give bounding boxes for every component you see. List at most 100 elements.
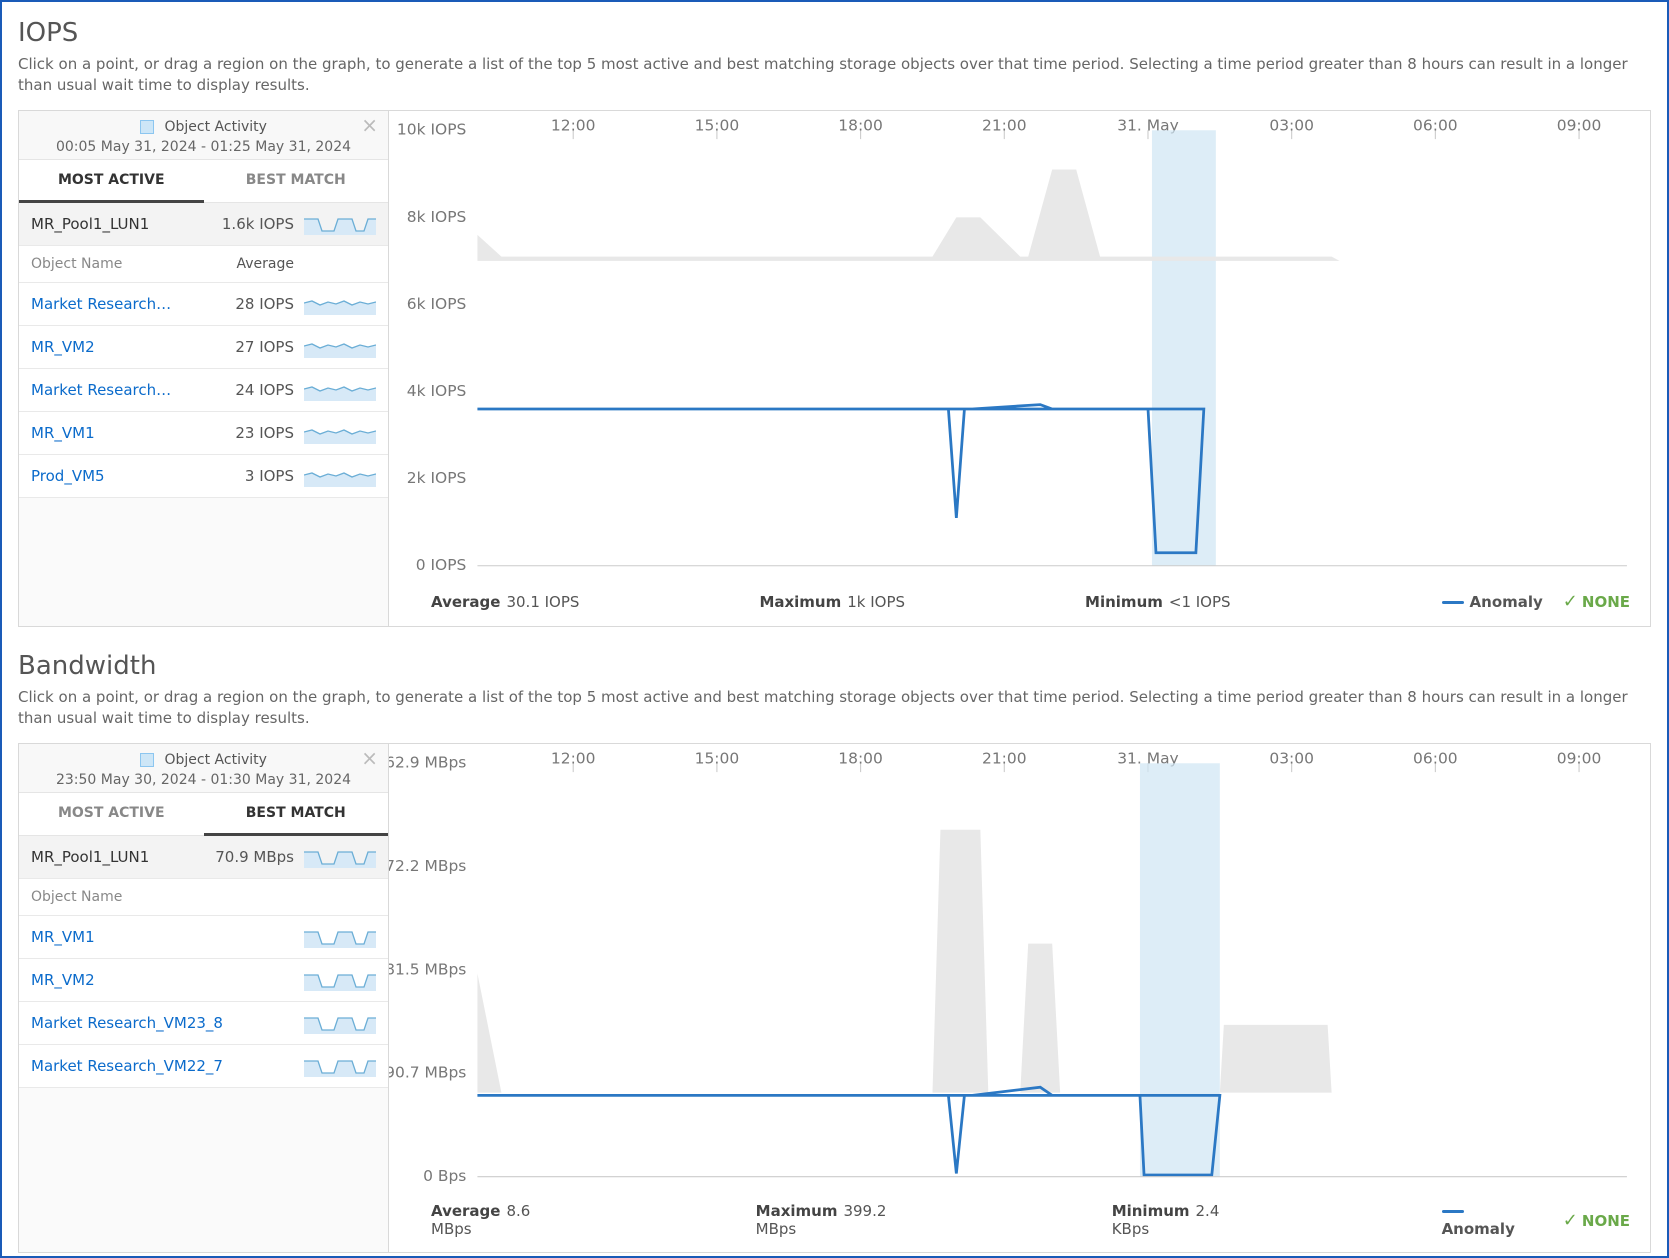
svg-text:762.9 MBps: 762.9 MBps: [389, 754, 466, 772]
context-name: MR_Pool1_LUN1: [31, 848, 194, 866]
col-average: Average: [194, 256, 294, 272]
close-icon[interactable]: ×: [361, 115, 378, 135]
list-item[interactable]: Market Research_VM23_8: [19, 1002, 388, 1045]
legend-none: ✓NONE: [1563, 591, 1630, 612]
sparkline-icon: [304, 293, 376, 315]
iops-column-header: Object Name Average: [19, 246, 388, 283]
svg-text:15:00: 15:00: [695, 750, 740, 767]
sparkline-icon: [304, 379, 376, 401]
iops-chart-wrap: 12:0015:0018:0021:0031. May03:0006:0009:…: [389, 111, 1650, 626]
svg-text:190.7 MBps: 190.7 MBps: [389, 1064, 466, 1082]
bw-time-range: 23:50 May 30, 2024 - 01:30 May 31, 2024: [27, 772, 380, 788]
object-value: 3 IOPS: [194, 467, 294, 485]
svg-text:8k IOPS: 8k IOPS: [407, 208, 467, 226]
svg-text:0 IOPS: 0 IOPS: [416, 556, 467, 574]
svg-text:572.2 MBps: 572.2 MBps: [389, 857, 466, 875]
list-item[interactable]: MR_VM227 IOPS: [19, 326, 388, 369]
svg-text:18:00: 18:00: [838, 117, 883, 134]
object-link[interactable]: MR_VM1: [31, 424, 194, 442]
svg-text:03:00: 03:00: [1269, 750, 1314, 767]
svg-text:10k IOPS: 10k IOPS: [397, 121, 466, 139]
sparkline-icon: [304, 336, 376, 358]
svg-text:21:00: 21:00: [982, 750, 1027, 767]
object-link[interactable]: MR_VM2: [31, 971, 294, 989]
object-value: 23 IOPS: [194, 424, 294, 442]
legend-none: ✓NONE: [1563, 1210, 1630, 1231]
object-link[interactable]: Market Research_VM23_8: [31, 1014, 294, 1032]
svg-text:12:00: 12:00: [551, 117, 596, 134]
list-item[interactable]: MR_VM1: [19, 916, 388, 959]
list-item[interactable]: Market Research_VM22_7: [19, 1045, 388, 1088]
sparkline-icon: [304, 422, 376, 444]
list-item[interactable]: Market Research…28 IOPS: [19, 283, 388, 326]
tab-most-active[interactable]: MOST ACTIVE: [19, 160, 204, 203]
svg-text:06:00: 06:00: [1413, 117, 1458, 134]
svg-text:0 Bps: 0 Bps: [423, 1167, 466, 1185]
bandwidth-chart[interactable]: 12:0015:0018:0021:0031. May03:0006:0009:…: [389, 750, 1638, 1192]
sparkline-icon: [304, 926, 376, 948]
svg-text:15:00: 15:00: [695, 117, 740, 134]
context-name: MR_Pool1_LUN1: [31, 215, 194, 233]
object-link[interactable]: MR_VM2: [31, 338, 194, 356]
iops-context-row: MR_Pool1_LUN1 1.6k IOPS: [19, 203, 388, 246]
list-item[interactable]: Market Research…24 IOPS: [19, 369, 388, 412]
object-link[interactable]: Market Research…: [31, 381, 194, 399]
svg-text:2k IOPS: 2k IOPS: [407, 469, 467, 487]
object-link[interactable]: MR_VM1: [31, 928, 294, 946]
iops-desc: Click on a point, or drag a region on th…: [18, 54, 1651, 96]
iops-time-range: 00:05 May 31, 2024 - 01:25 May 31, 2024: [27, 139, 380, 155]
iops-panel: × Object Activity 00:05 May 31, 2024 - 0…: [18, 110, 1651, 627]
sparkline-icon: [304, 1055, 376, 1077]
iops-side: × Object Activity 00:05 May 31, 2024 - 0…: [19, 111, 389, 626]
bandwidth-section: Bandwidth Click on a point, or drag a re…: [18, 651, 1651, 1253]
object-link[interactable]: Market Research…: [31, 295, 194, 313]
bandwidth-title: Bandwidth: [18, 651, 1651, 681]
close-icon[interactable]: ×: [361, 748, 378, 768]
iops-chart[interactable]: 12:0015:0018:0021:0031. May03:0006:0009:…: [389, 117, 1638, 581]
object-activity-label: Object Activity: [165, 119, 267, 135]
bandwidth-side: × Object Activity 23:50 May 30, 2024 - 0…: [19, 744, 389, 1252]
sparkline-icon: [304, 846, 376, 868]
bw-column-header: Object Name: [19, 879, 388, 916]
legend-anomaly: Anomaly: [1442, 593, 1543, 611]
bandwidth-desc: Click on a point, or drag a region on th…: [18, 687, 1651, 729]
object-activity-swatch: [140, 120, 154, 134]
col-object-name: Object Name: [31, 256, 194, 272]
object-link[interactable]: Prod_VM5: [31, 467, 194, 485]
sparkline-icon: [304, 1012, 376, 1034]
object-activity-label: Object Activity: [165, 752, 267, 768]
svg-text:6k IOPS: 6k IOPS: [407, 295, 467, 313]
list-item[interactable]: MR_VM2: [19, 959, 388, 1002]
object-link[interactable]: Market Research_VM22_7: [31, 1057, 294, 1075]
legend-anomaly: Anomaly: [1442, 1202, 1543, 1238]
svg-text:03:00: 03:00: [1269, 117, 1314, 134]
sparkline-icon: [304, 969, 376, 991]
bw-context-row: MR_Pool1_LUN1 70.9 MBps: [19, 836, 388, 879]
context-value: 1.6k IOPS: [194, 215, 294, 233]
context-value: 70.9 MBps: [194, 848, 294, 866]
svg-text:12:00: 12:00: [551, 750, 596, 767]
iops-stats: Average30.1 IOPS Maximum1k IOPS Minimum<…: [389, 581, 1638, 616]
bw-stats: Average8.6 MBps Maximum399.2 MBps Minimu…: [389, 1192, 1638, 1242]
svg-text:381.5 MBps: 381.5 MBps: [389, 961, 466, 979]
svg-text:06:00: 06:00: [1413, 750, 1458, 767]
svg-text:09:00: 09:00: [1557, 117, 1602, 134]
bandwidth-panel: × Object Activity 23:50 May 30, 2024 - 0…: [18, 743, 1651, 1253]
bw-side-header: × Object Activity 23:50 May 30, 2024 - 0…: [19, 744, 388, 793]
bw-tabs: MOST ACTIVE BEST MATCH: [19, 793, 388, 836]
col-object-name: Object Name: [31, 889, 194, 905]
svg-text:4k IOPS: 4k IOPS: [407, 382, 467, 400]
svg-text:18:00: 18:00: [838, 750, 883, 767]
object-value: 28 IOPS: [194, 295, 294, 313]
tab-most-active[interactable]: MOST ACTIVE: [19, 793, 204, 836]
iops-side-header: × Object Activity 00:05 May 31, 2024 - 0…: [19, 111, 388, 160]
object-activity-swatch: [140, 753, 154, 767]
list-item[interactable]: MR_VM123 IOPS: [19, 412, 388, 455]
svg-text:21:00: 21:00: [982, 117, 1027, 134]
tab-best-match[interactable]: BEST MATCH: [204, 793, 389, 836]
svg-text:09:00: 09:00: [1557, 750, 1602, 767]
tab-best-match[interactable]: BEST MATCH: [204, 160, 389, 203]
iops-title: IOPS: [18, 18, 1651, 48]
object-value: 27 IOPS: [194, 338, 294, 356]
list-item[interactable]: Prod_VM53 IOPS: [19, 455, 388, 498]
